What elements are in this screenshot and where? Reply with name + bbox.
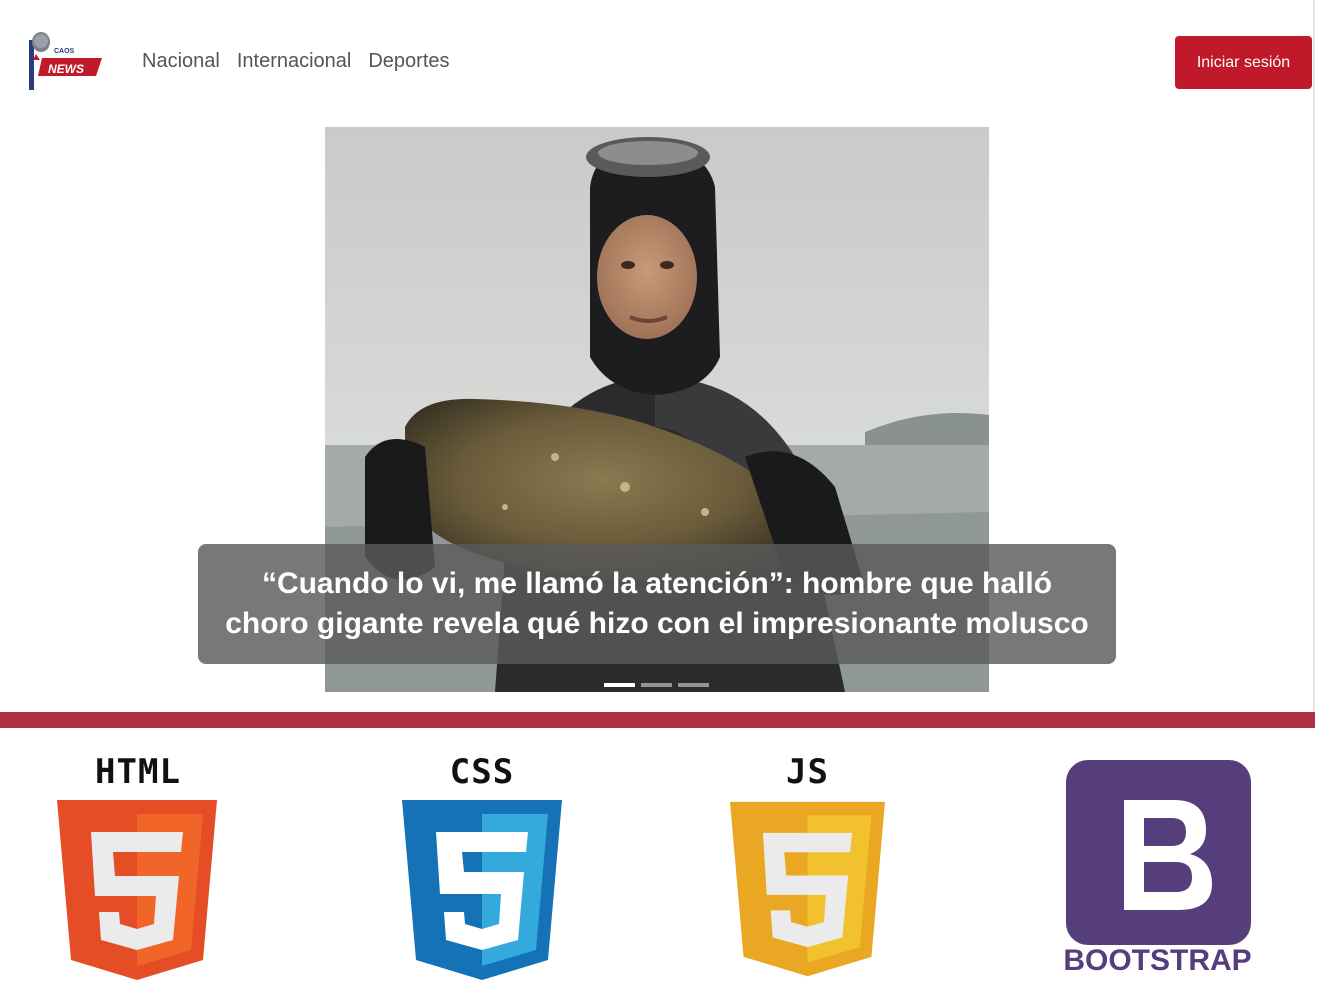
logo-text-bottom: NEWS: [48, 62, 84, 76]
js-shield-icon: [730, 801, 885, 977]
navbar: CAOS NEWS Nacional Internacional Deporte…: [0, 0, 1313, 120]
carousel-indicator-3[interactable]: [678, 683, 709, 687]
caos-news-logo-icon[interactable]: CAOS NEWS: [26, 32, 104, 92]
css3-shield-icon: [402, 800, 562, 980]
page-edge-line: [1313, 0, 1315, 712]
html5-shield-icon: [57, 800, 217, 980]
nav-item-deportes[interactable]: Deportes: [368, 50, 449, 73]
carousel-indicator-2[interactable]: [641, 683, 672, 687]
nav-item-internacional[interactable]: Internacional: [237, 50, 352, 73]
section-divider: [0, 712, 1315, 728]
carousel-indicator-1[interactable]: [604, 683, 635, 687]
nav-item-nacional[interactable]: Nacional: [142, 50, 220, 73]
carousel-caption[interactable]: “Cuando lo vi, me llamó la atención”: ho…: [198, 544, 1116, 664]
html-label: HTML: [95, 752, 181, 792]
main-nav: Nacional Internacional Deportes: [142, 50, 450, 73]
login-button[interactable]: Iniciar sesión: [1175, 36, 1312, 89]
carousel-indicators: [604, 683, 709, 687]
bootstrap-icon: [1066, 760, 1251, 945]
css-label: CSS: [449, 752, 515, 792]
js-label: JS: [786, 752, 829, 792]
carousel-caption-title: “Cuando lo vi, me llamó la atención”: ho…: [225, 567, 1089, 640]
logo-text-top: CAOS: [54, 48, 75, 55]
bootstrap-label: BOOTSTRAP: [1063, 944, 1252, 977]
